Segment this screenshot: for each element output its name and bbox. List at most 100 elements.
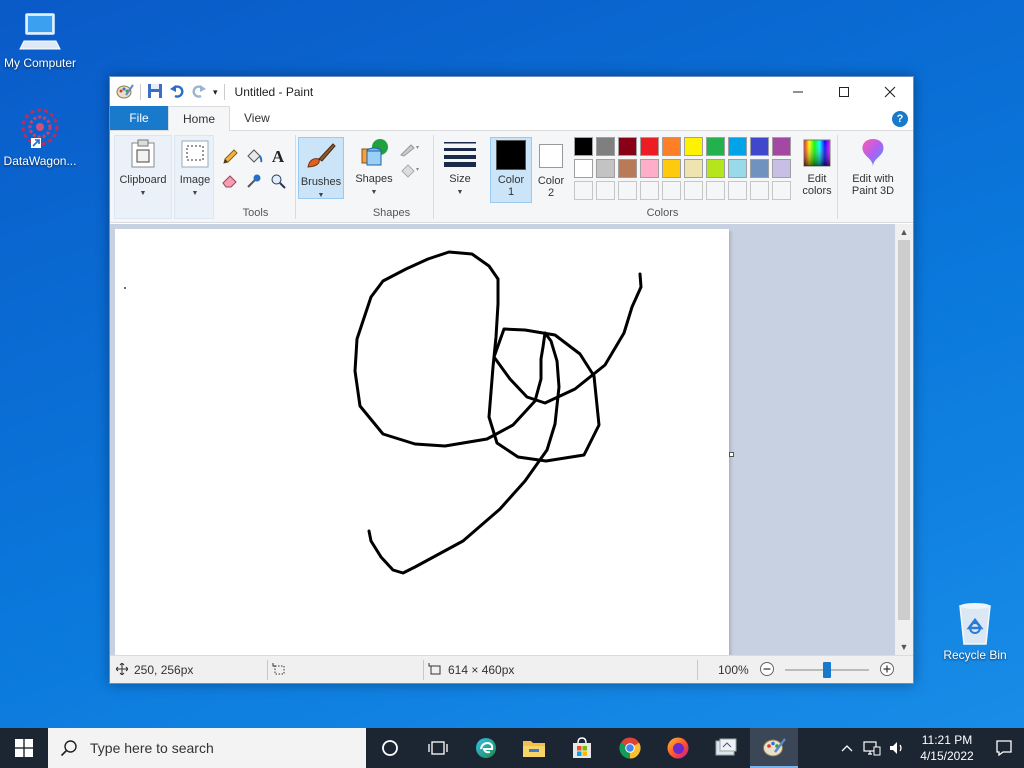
scroll-thumb[interactable]	[898, 240, 910, 620]
chevron-up-icon	[841, 745, 853, 752]
palette-swatch[interactable]	[662, 137, 681, 156]
palette-swatch-empty[interactable]	[750, 181, 769, 200]
volume-icon[interactable]	[884, 740, 910, 756]
palette-swatch[interactable]	[706, 159, 725, 178]
chevron-down-icon: ▼	[370, 189, 378, 196]
palette-swatch[interactable]	[706, 137, 725, 156]
palette-swatch[interactable]	[772, 159, 791, 178]
undo-icon[interactable]	[169, 83, 185, 102]
palette-swatch[interactable]	[662, 159, 681, 178]
taskbar-clock[interactable]: 11:21 PM 4/15/2022	[910, 732, 984, 764]
desktop-icon-datawagon[interactable]: DataWagon...	[0, 106, 80, 168]
outline-icon[interactable]: ▾	[398, 139, 424, 159]
shapes-button[interactable]: Shapes ▼	[352, 137, 396, 199]
size-button[interactable]: Size ▼	[438, 137, 482, 199]
selection-size-icon	[272, 662, 286, 678]
color1-button[interactable]: Color 1	[490, 137, 532, 203]
palette-swatch[interactable]	[684, 137, 703, 156]
palette-swatch-empty[interactable]	[728, 181, 747, 200]
palette-swatch[interactable]	[640, 159, 659, 178]
taskbar-store[interactable]	[558, 728, 606, 768]
shape-fill-icon[interactable]: ▾	[398, 161, 424, 181]
taskbar-firefox[interactable]	[654, 728, 702, 768]
drawing-canvas[interactable]	[115, 229, 729, 655]
palette-swatch-empty[interactable]	[706, 181, 725, 200]
clipboard-button[interactable]: Clipboard ▼	[117, 138, 169, 200]
window-title: Untitled - Paint	[234, 85, 314, 99]
palette-swatch[interactable]	[684, 159, 703, 178]
color2-button[interactable]: Color 2	[534, 137, 568, 199]
taskbar-chrome[interactable]	[606, 728, 654, 768]
edit-with-paint3d-button[interactable]: Edit with Paint 3D	[844, 137, 902, 197]
close-button[interactable]	[867, 77, 913, 107]
minimize-button[interactable]	[775, 77, 821, 107]
palette-swatch[interactable]	[772, 137, 791, 156]
palette-swatch[interactable]	[574, 159, 593, 178]
zoom-in-icon[interactable]	[879, 661, 895, 680]
palette-swatch-empty[interactable]	[640, 181, 659, 200]
network-icon[interactable]	[860, 740, 884, 756]
shapes-group: Shapes ▼ ▾ ▾ Shapes	[350, 135, 434, 219]
eraser-icon[interactable]	[220, 171, 240, 191]
brushes-button[interactable]: Brushes ▼	[298, 137, 344, 199]
vertical-scrollbar[interactable]: ▲ ▼	[895, 224, 913, 655]
palette-swatch-empty[interactable]	[596, 181, 615, 200]
notifications-button[interactable]	[984, 739, 1024, 757]
save-icon[interactable]	[147, 83, 163, 102]
taskbar-file-explorer[interactable]	[510, 728, 558, 768]
edit-colors-button[interactable]: Edit colors	[798, 137, 836, 197]
palette-swatch-empty[interactable]	[684, 181, 703, 200]
zoom-slider[interactable]	[781, 662, 873, 678]
taskbar-app[interactable]	[702, 728, 750, 768]
scroll-up-icon[interactable]: ▲	[895, 224, 913, 240]
paint-app-icon[interactable]	[116, 83, 134, 102]
resize-handle-right[interactable]	[729, 452, 734, 457]
palette-swatch[interactable]	[750, 137, 769, 156]
palette-swatch-empty[interactable]	[772, 181, 791, 200]
palette-swatch[interactable]	[728, 137, 747, 156]
customize-toolbar-icon[interactable]: ▾	[213, 87, 218, 98]
zoom-slider-thumb[interactable]	[822, 662, 831, 678]
magnifier-icon[interactable]	[268, 171, 288, 191]
palette-swatch[interactable]	[750, 159, 769, 178]
image-button[interactable]: Image ▼	[176, 138, 214, 200]
help-icon[interactable]: ?	[892, 111, 908, 127]
text-icon[interactable]: A	[268, 147, 288, 167]
cortana-icon	[382, 740, 398, 756]
color1-swatch	[496, 140, 526, 170]
palette-swatch[interactable]	[618, 159, 637, 178]
paint3d-group: Edit with Paint 3D	[840, 135, 904, 219]
palette-swatch[interactable]	[596, 137, 615, 156]
palette-swatch-empty[interactable]	[662, 181, 681, 200]
pencil-icon[interactable]	[220, 147, 240, 167]
cortana-button[interactable]	[366, 728, 414, 768]
color-picker-icon[interactable]	[244, 171, 264, 191]
tab-view[interactable]: View	[230, 106, 284, 130]
palette-swatch-empty[interactable]	[618, 181, 637, 200]
palette-swatch[interactable]	[640, 137, 659, 156]
redo-icon[interactable]	[191, 83, 207, 102]
tab-home[interactable]: Home	[168, 106, 231, 131]
show-hidden-icons[interactable]	[834, 743, 860, 753]
canvas-workspace	[110, 224, 896, 655]
fill-icon[interactable]	[244, 147, 264, 167]
palette-swatch[interactable]	[618, 137, 637, 156]
zoom-out-icon[interactable]	[759, 661, 775, 680]
zoom-level: 100%	[718, 663, 749, 677]
start-button[interactable]	[0, 728, 48, 768]
taskbar-paint[interactable]	[750, 728, 798, 768]
palette-swatch[interactable]	[728, 159, 747, 178]
maximize-button[interactable]	[821, 77, 867, 107]
drawing-strokes-2	[115, 229, 729, 655]
quick-access-toolbar: ▾	[116, 83, 225, 102]
desktop-icon-my-computer[interactable]: My Computer	[0, 8, 80, 70]
desktop-icon-recycle-bin[interactable]: Recycle Bin	[935, 600, 1015, 662]
scroll-down-icon[interactable]: ▼	[895, 639, 913, 655]
palette-swatch[interactable]	[574, 137, 593, 156]
taskbar-search[interactable]: Type here to search	[48, 728, 366, 768]
palette-swatch[interactable]	[596, 159, 615, 178]
tab-file[interactable]: File	[110, 106, 168, 130]
task-view-button[interactable]	[414, 728, 462, 768]
taskbar-edge[interactable]	[462, 728, 510, 768]
palette-swatch-empty[interactable]	[574, 181, 593, 200]
